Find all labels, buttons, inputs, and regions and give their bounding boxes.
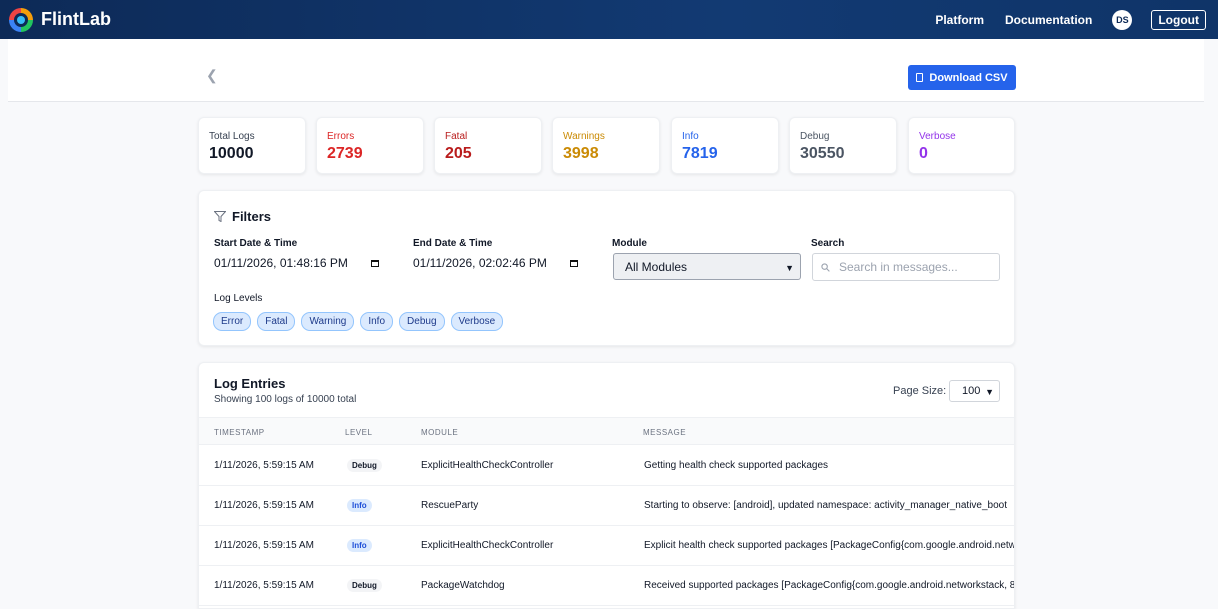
column-header-message[interactable]: MESSAGE <box>643 428 686 437</box>
table-row[interactable]: 1/11/2026, 5:59:15 AM Debug ExplicitHeal… <box>199 446 1014 486</box>
stat-value: 0 <box>919 145 928 162</box>
download-csv-button[interactable]: Download CSV <box>908 65 1016 90</box>
row-module: PackageWatchdog <box>421 580 505 591</box>
chip-debug[interactable]: Debug <box>399 312 445 331</box>
level-badge: Info <box>347 499 372 512</box>
search-icon <box>821 262 830 272</box>
stat-card-info: Info 7819 <box>671 117 779 174</box>
log-levels-label: Log Levels <box>214 293 263 304</box>
stat-label: Errors <box>327 131 355 142</box>
column-header-module[interactable]: MODULE <box>421 428 458 437</box>
chip-info[interactable]: Info <box>360 312 394 331</box>
filters-title: Filters <box>214 209 271 224</box>
stat-value: 2739 <box>327 145 363 162</box>
stat-label: Verbose <box>919 131 956 142</box>
flintlab-logo-icon <box>9 7 33 32</box>
stat-card-debug: Debug 30550 <box>789 117 897 174</box>
stat-label: Fatal <box>445 131 468 142</box>
row-message: Starting to observe: [android], updated … <box>644 500 1008 511</box>
avatar[interactable]: DS <box>1112 9 1133 30</box>
chip-fatal[interactable]: Fatal <box>257 312 296 331</box>
log-entries-panel: Log Entries Showing 100 logs of 10000 to… <box>198 362 1015 609</box>
stat-card-errors: Errors 2739 <box>316 117 424 174</box>
table-row[interactable]: 1/11/2026, 5:59:15 AM Info RescueParty S… <box>199 486 1014 526</box>
chevron-down-icon: ▼ <box>785 263 794 273</box>
stat-value: 30550 <box>800 145 845 162</box>
row-message: Getting health check supported packages <box>644 460 829 471</box>
chip-verbose[interactable]: Verbose <box>450 312 504 331</box>
search-input[interactable]: Search in messages... <box>812 253 1000 281</box>
chevron-down-icon: ▼ <box>985 387 994 397</box>
level-badge: Debug <box>347 459 382 472</box>
stat-card-fatal: Fatal 205 <box>434 117 542 174</box>
log-level-chips: Error Fatal Warning Info Debug Verbose <box>213 312 509 331</box>
level-badge: Debug <box>347 579 382 592</box>
stat-label: Debug <box>800 131 830 142</box>
app-name: FlintLab <box>41 9 111 29</box>
start-date-value: 01/11/2026, 01:48:16 PM <box>214 256 348 270</box>
chip-error[interactable]: Error <box>213 312 252 331</box>
column-header-timestamp[interactable]: TIMESTAMP <box>214 428 265 437</box>
stat-value: 205 <box>445 145 472 162</box>
row-timestamp: 1/11/2026, 5:59:15 AM <box>214 580 314 591</box>
logout-button[interactable]: Logout <box>1151 9 1206 30</box>
nav-documentation-link[interactable]: Documentation <box>1005 13 1092 27</box>
stat-card-warnings: Warnings 3998 <box>552 117 660 174</box>
level-badge: Info <box>347 539 372 552</box>
start-date-input[interactable]: 01/11/2026, 01:48:16 PM <box>214 256 379 270</box>
stat-label: Warnings <box>563 131 605 142</box>
end-date-value: 01/11/2026, 02:02:46 PM <box>413 256 547 270</box>
stat-value: 10000 <box>209 145 254 162</box>
row-module: ExplicitHealthCheckController <box>421 460 554 471</box>
row-module: RescueParty <box>421 500 479 511</box>
row-timestamp: 1/11/2026, 5:59:15 AM <box>214 460 314 471</box>
module-label: Module <box>612 238 647 249</box>
row-message: Received supported packages [PackageConf… <box>644 580 1015 591</box>
stat-card-verbose: Verbose 0 <box>908 117 1015 174</box>
brand[interactable]: FlintLab <box>9 7 111 32</box>
table-row[interactable]: 1/11/2026, 5:59:15 AM Info ExplicitHealt… <box>199 526 1015 566</box>
row-module: ExplicitHealthCheckController <box>421 540 554 551</box>
filters-panel: Filters Start Date & Time 01/11/2026, 01… <box>198 190 1015 346</box>
page-size-select[interactable]: 100 ▼ <box>949 380 1000 402</box>
calendar-icon[interactable] <box>370 259 379 267</box>
page-header: ❮ Download CSV <box>8 39 1204 102</box>
filter-icon <box>214 211 226 222</box>
row-timestamp: 1/11/2026, 5:59:15 AM <box>214 540 314 551</box>
log-entries-title: Log Entries <box>214 376 286 391</box>
stat-label: Info <box>682 131 699 142</box>
table-header: TIMESTAMP LEVEL MODULE MESSAGE <box>199 417 1014 445</box>
page-size-label: Page Size: <box>893 385 947 397</box>
top-navbar: FlintLab Platform Documentation DS Logou… <box>0 0 1218 39</box>
end-date-label: End Date & Time <box>413 238 493 249</box>
download-csv-label: Download CSV <box>929 71 1008 84</box>
table-row[interactable]: 1/11/2026, 5:59:15 AM Debug PackageWatch… <box>199 566 1015 606</box>
nav-platform-link[interactable]: Platform <box>935 13 984 27</box>
document-icon <box>916 73 924 82</box>
row-timestamp: 1/11/2026, 5:59:15 AM <box>214 500 314 511</box>
page-size-value: 100 <box>962 385 981 397</box>
stat-value: 3998 <box>563 145 599 162</box>
module-select-value: All Modules <box>625 259 688 274</box>
search-placeholder: Search in messages... <box>839 260 958 274</box>
end-date-input[interactable]: 01/11/2026, 02:02:46 PM <box>413 256 578 270</box>
start-date-label: Start Date & Time <box>214 238 298 249</box>
row-message: Explicit health check supported packages… <box>644 540 1015 551</box>
chevron-left-icon[interactable]: ❮ <box>206 67 218 84</box>
nav-right: Platform Documentation DS Logout <box>914 0 1206 39</box>
stat-value: 7819 <box>682 145 718 162</box>
calendar-icon[interactable] <box>569 259 578 267</box>
chip-warning[interactable]: Warning <box>301 312 355 331</box>
log-entries-subtitle: Showing 100 logs of 10000 total <box>214 394 357 405</box>
module-select[interactable]: All Modules ▼ <box>613 253 801 280</box>
search-label: Search <box>811 238 845 249</box>
stat-card-total: Total Logs 10000 <box>198 117 306 174</box>
stat-label: Total Logs <box>209 131 255 142</box>
column-header-level[interactable]: LEVEL <box>345 428 372 437</box>
filters-title-text: Filters <box>232 209 272 224</box>
